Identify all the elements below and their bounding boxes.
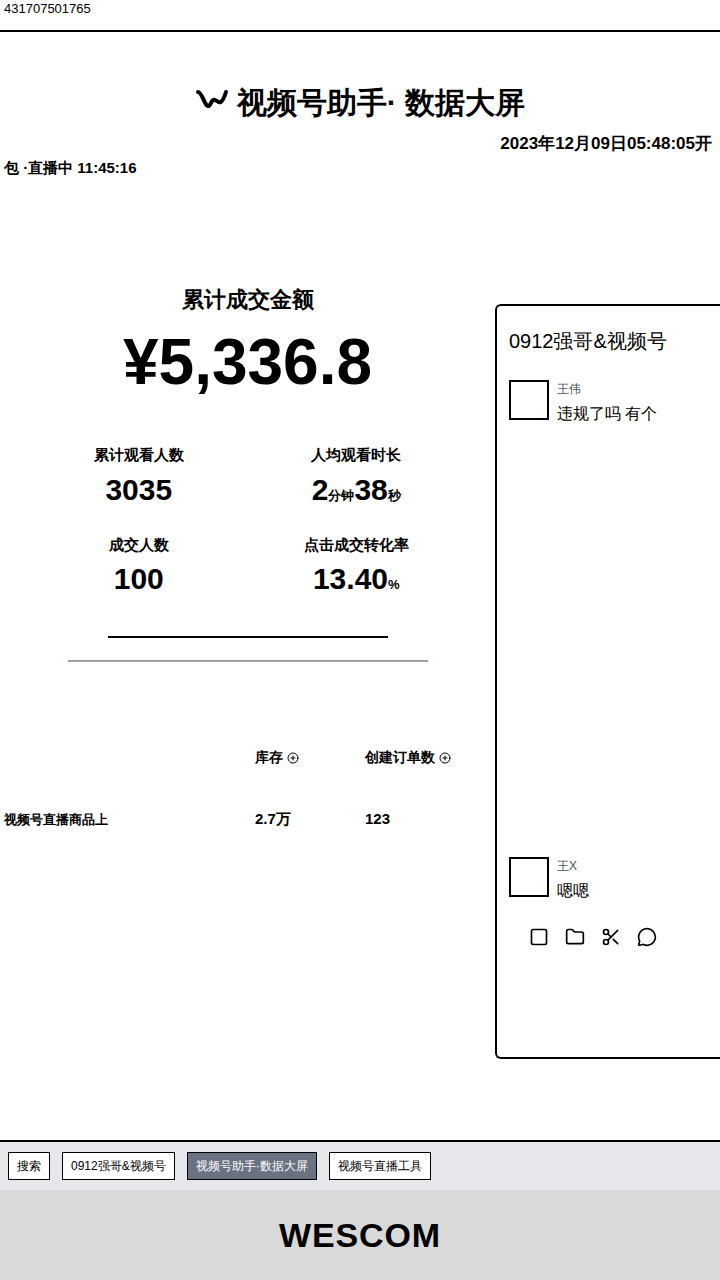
total-sales-value: ¥5,336.8 [123,330,372,394]
metric-value: 13.40% [313,556,400,601]
taskbar-item[interactable]: 视频号助手·数据大屏 [187,1152,317,1180]
dashboard-title: 视频号助手· 数据大屏 [237,80,525,125]
emoji-icon[interactable] [529,927,549,947]
dashboard-header: 视频号助手· 数据大屏 [0,80,720,125]
message-text: 违规了吗 有个 [557,402,657,426]
metric: 点击成交转化率13.40% [248,534,466,602]
main-area: 累计成交金额¥5,336.8累计观看人数3035人均观看时长2分钟38秒成交人数… [0,179,720,1140]
avatar-icon [509,857,549,897]
column-header[interactable]: 库存 [255,747,365,768]
column-header[interactable]: 创建订单数 [365,747,495,768]
monitor-bezel: WESCOM [0,1190,720,1280]
divider [68,660,428,662]
photo-frame: 431707501765 视频号助手· 数据大屏 2023年12月09日05:48:… [0,0,720,1280]
metric-value: 3035 [105,467,172,512]
metric-value: 2分钟38秒 [312,467,401,512]
taskbar-item[interactable]: 0912强哥&视频号 [62,1152,175,1180]
chat-window[interactable]: 0912强哥&视频号王伟违规了吗 有个王X 嗯嗯 [495,304,720,1059]
metric-label: 人均观看时长 [311,444,401,467]
table-header: 库存创建订单数 [0,747,495,768]
table-row: 视频号直播商品上2.7万123 [0,808,495,831]
sender-name: 王伟 [557,380,657,398]
sort-icon[interactable] [287,752,299,764]
chat-bubble-icon[interactable] [637,927,657,947]
taskbar-item[interactable]: 视频号直播工具 [329,1152,431,1180]
folder-icon[interactable] [565,927,585,947]
monitor-brand: WESCOM [279,1210,441,1261]
metrics-grid: 累计观看人数3035人均观看时长2分钟38秒成交人数100点击成交转化率13.4… [0,444,495,601]
product-table: 库存创建订单数视频号直播商品上2.7万123 [0,747,495,831]
metric-label: 成交人数 [109,534,169,557]
datetime: 2023年12月09日05:48:05开 [0,131,720,157]
chat-toolbar [497,903,720,1057]
scissors-icon[interactable] [601,927,621,947]
serial-number: 431707501765 [0,0,720,18]
metric-value: 100 [114,556,164,601]
stock-cell: 2.7万 [255,808,365,831]
chat-message: 王X 嗯嗯 [497,857,720,903]
message-text: 嗯嗯 [557,879,589,903]
sort-icon[interactable] [439,752,451,764]
metric-label: 累计观看人数 [94,444,184,467]
screen-edge [0,30,720,32]
divider [108,636,388,638]
taskbar: 搜索 0912强哥&视频号视频号助手·数据大屏视频号直播工具 [0,1140,720,1190]
avatar-icon [509,380,549,420]
channels-logo-icon [195,88,229,118]
metric: 累计观看人数3035 [30,444,248,512]
metric: 成交人数100 [30,534,248,602]
live-label: 包 ·直播中 11:45:16 [0,157,720,180]
orders-cell: 123 [365,808,495,831]
taskbar-item[interactable]: 搜索 [8,1152,50,1180]
chat-title: 0912强哥&视频号 [497,306,720,380]
total-sales-label: 累计成交金额 [182,279,314,320]
stats-column: 累计成交金额¥5,336.8累计观看人数3035人均观看时长2分钟38秒成交人数… [0,179,495,1140]
chat-message: 王伟违规了吗 有个 [497,380,720,426]
metric: 人均观看时长2分钟38秒 [248,444,466,512]
sender-name: 王X [557,857,589,875]
metric-label: 点击成交转化率 [304,534,409,557]
product-name: 视频号直播商品上 [0,810,255,830]
